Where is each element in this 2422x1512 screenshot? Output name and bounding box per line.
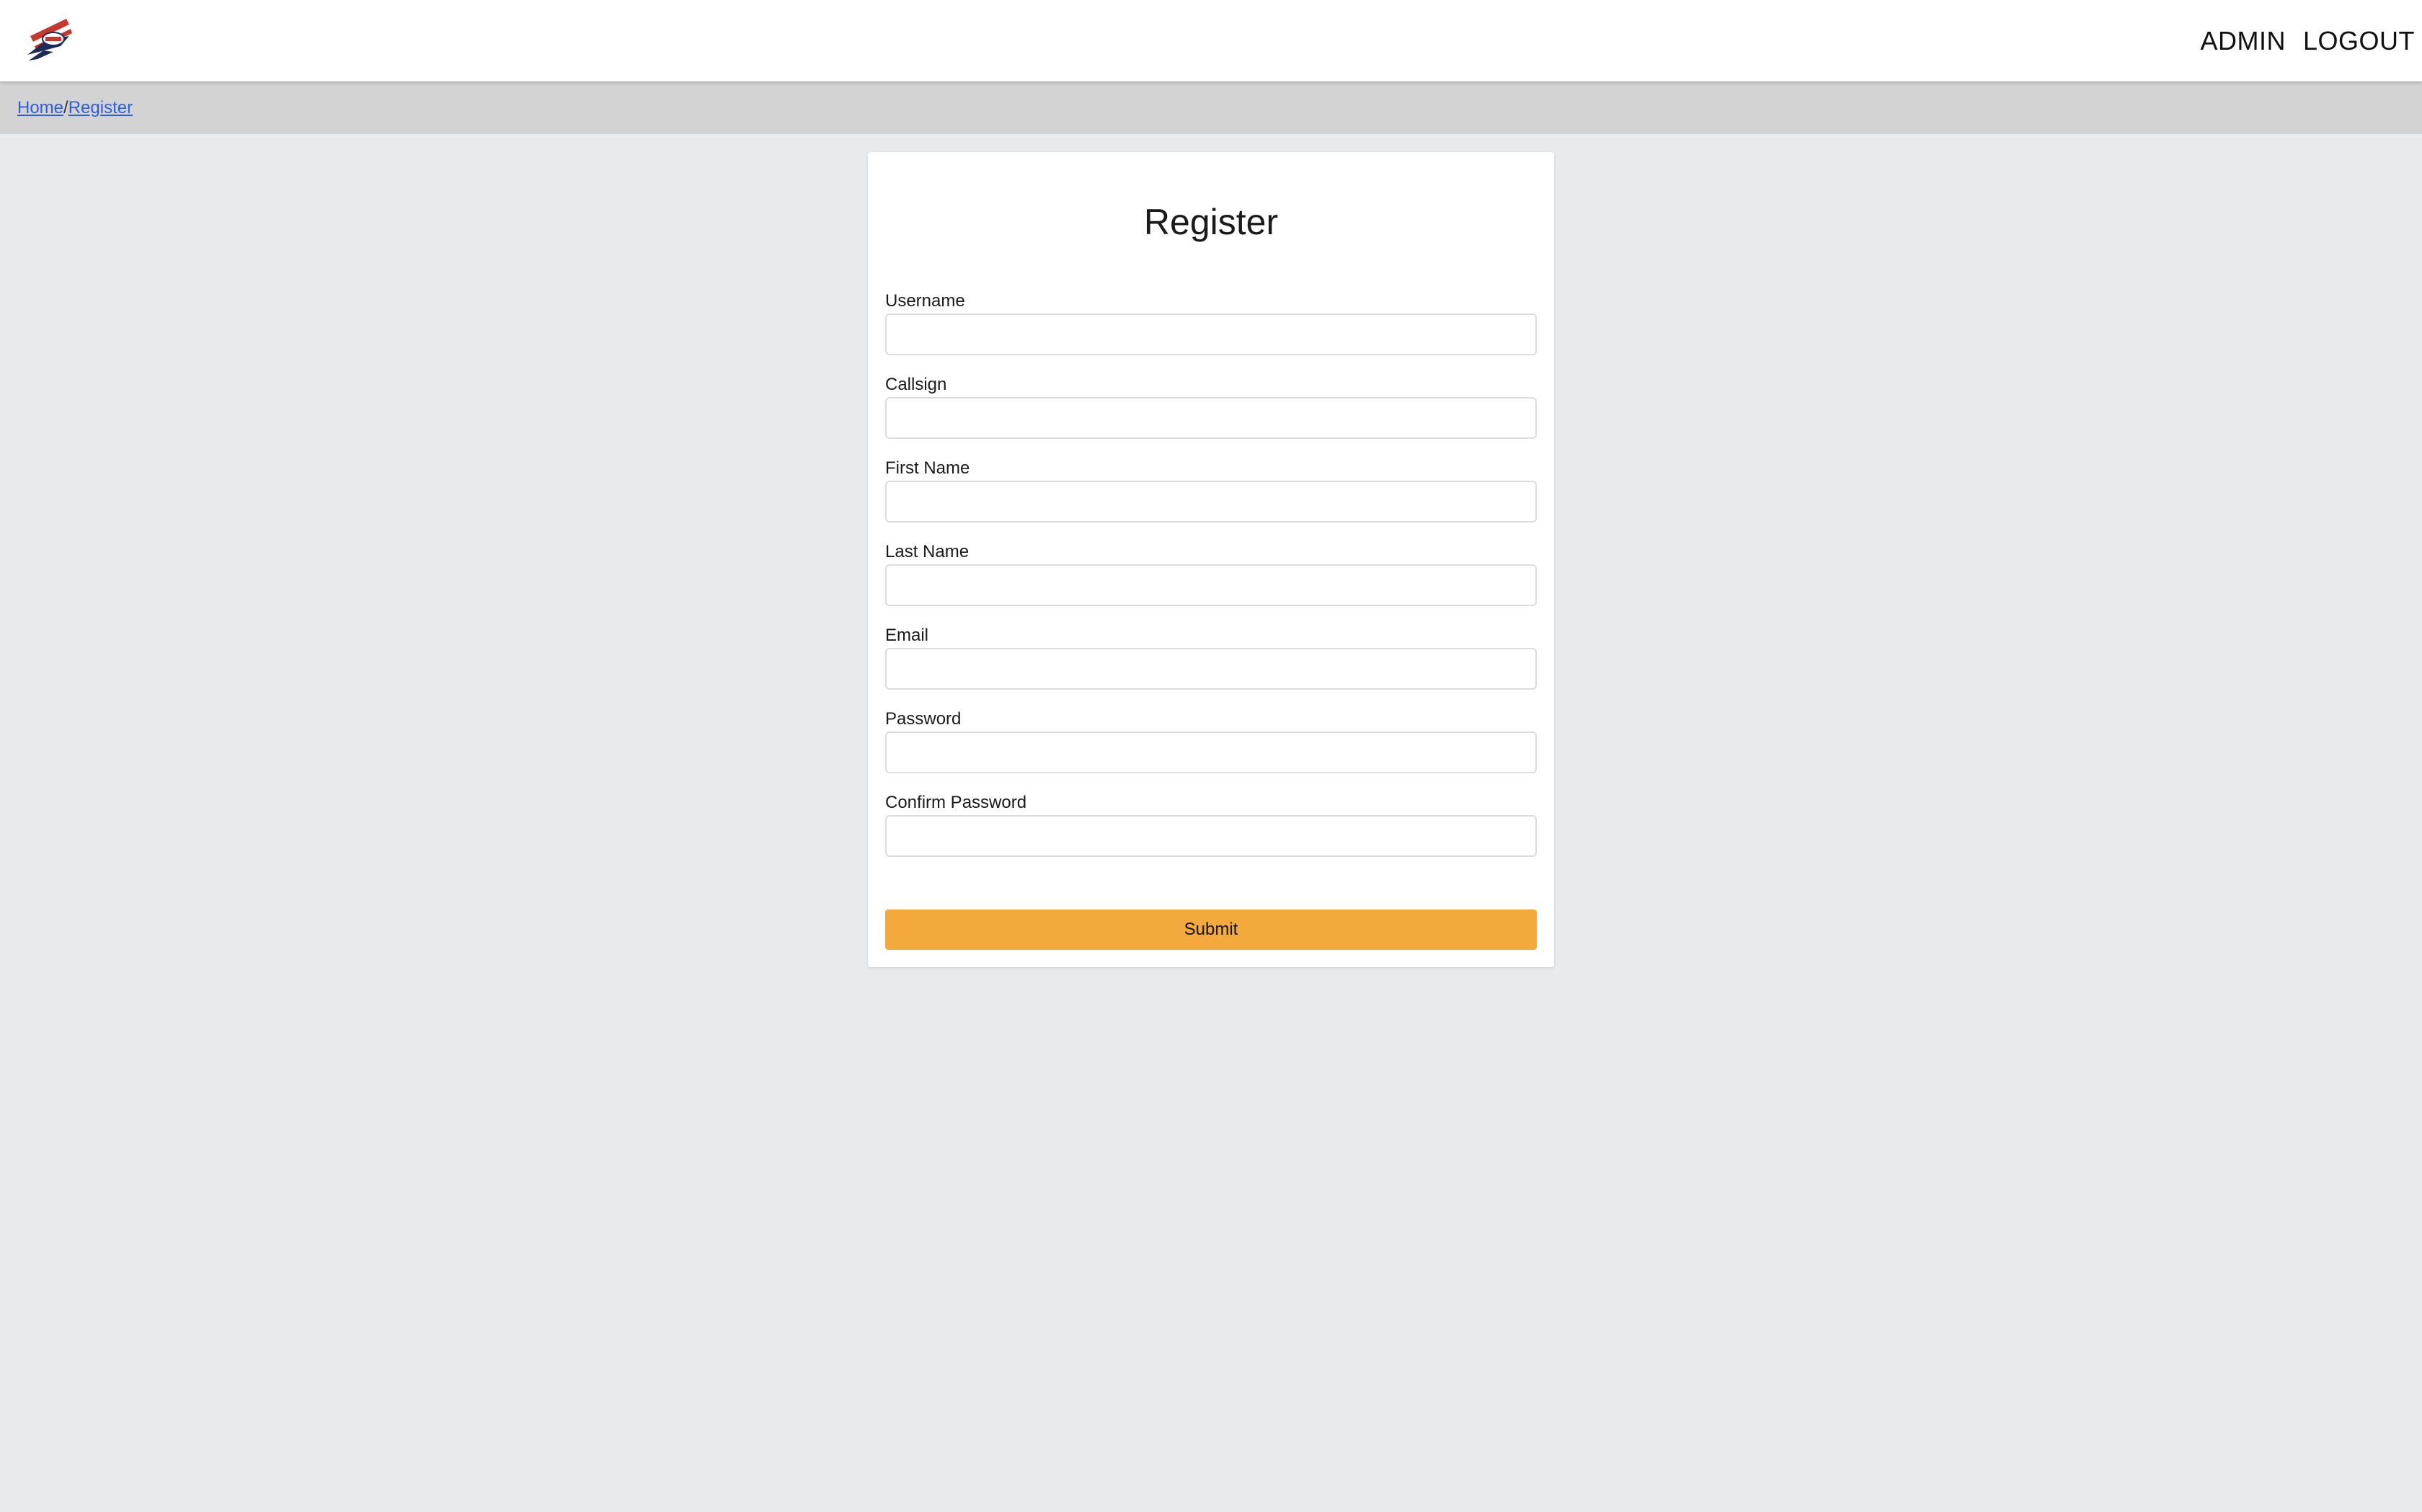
register-form: Username Callsign First Name Last Name E…: [885, 289, 1537, 874]
username-label: Username: [885, 291, 965, 311]
breadcrumb-home-link[interactable]: Home: [17, 98, 63, 118]
last-name-label: Last Name: [885, 542, 970, 561]
confirm-password-label: Confirm Password: [885, 793, 1027, 812]
breadcrumb-register-link[interactable]: Register: [68, 98, 133, 118]
last-name-input[interactable]: [885, 564, 1537, 606]
confirm-password-input[interactable]: [885, 815, 1537, 857]
username-field-group: Username: [885, 289, 1537, 373]
breadcrumb: Home / Register: [0, 81, 2422, 134]
first-name-input[interactable]: [885, 481, 1537, 522]
password-input[interactable]: [885, 731, 1537, 773]
logout-link[interactable]: LOGOUT: [2303, 26, 2415, 56]
squadron-emblem-icon[interactable]: [25, 14, 75, 65]
admin-link[interactable]: ADMIN: [2200, 26, 2286, 56]
email-field-group: Email: [885, 623, 1537, 707]
first-name-label: First Name: [885, 458, 970, 478]
breadcrumb-separator: /: [63, 97, 68, 117]
main-nav: ADMIN LOGOUT: [2183, 0, 2415, 81]
submit-button[interactable]: Submit: [885, 910, 1537, 950]
email-label: Email: [885, 626, 929, 645]
callsign-input[interactable]: [885, 397, 1537, 439]
callsign-label: Callsign: [885, 375, 947, 394]
password-field-group: Password: [885, 707, 1537, 791]
email-input[interactable]: [885, 648, 1537, 690]
last-name-field-group: Last Name: [885, 540, 1537, 623]
callsign-field-group: Callsign: [885, 373, 1537, 456]
register-card: Register Username Callsign First Name La…: [868, 152, 1554, 967]
password-label: Password: [885, 709, 962, 729]
first-name-field-group: First Name: [885, 456, 1537, 540]
top-navbar: ADMIN LOGOUT: [0, 0, 2422, 81]
page-title: Register: [1143, 202, 1279, 242]
username-input[interactable]: [885, 313, 1537, 355]
confirm-password-field-group: Confirm Password: [885, 791, 1537, 874]
